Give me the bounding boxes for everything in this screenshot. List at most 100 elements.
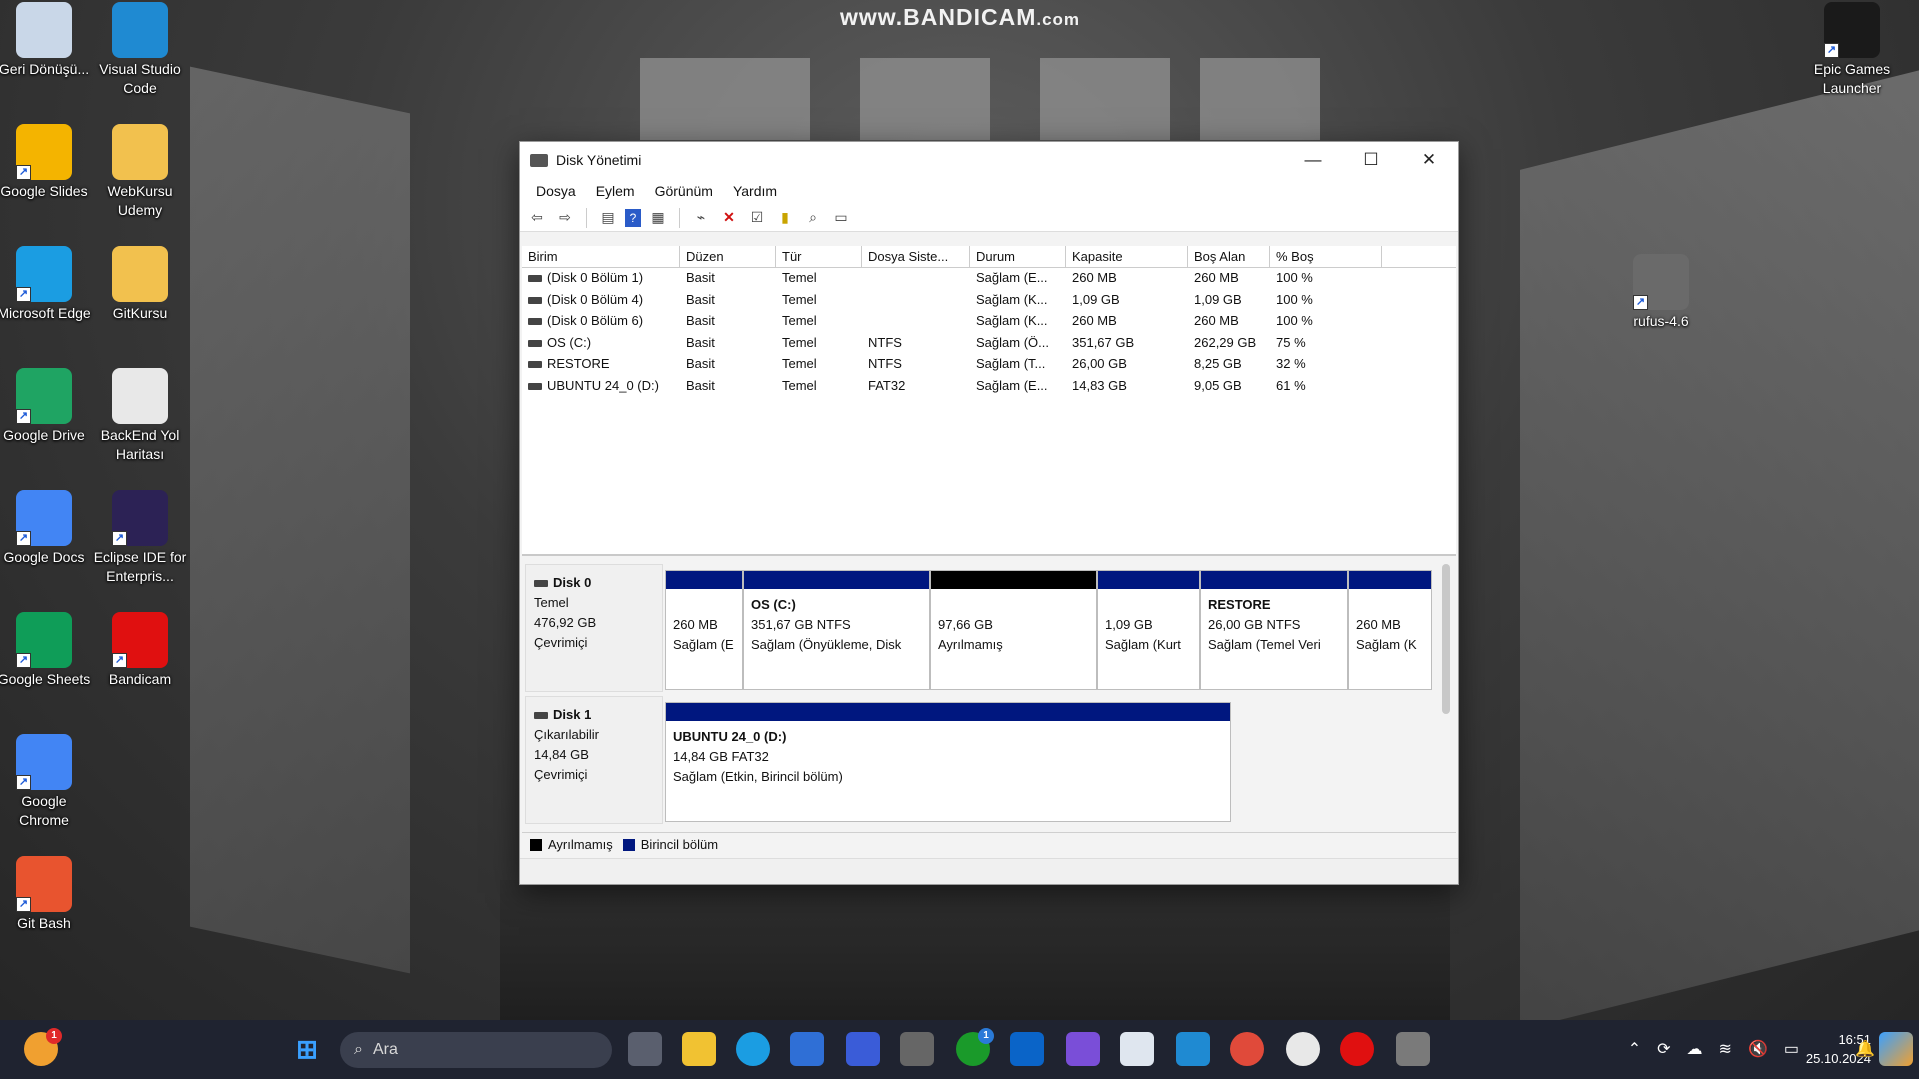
desktop-icon-label: Microsoft Edge	[0, 305, 91, 321]
unallocated-bar	[931, 571, 1096, 589]
menu-yardim[interactable]: Yardım	[723, 183, 787, 199]
search-input[interactable]: ⌕ Ara	[340, 1032, 612, 1068]
column-header[interactable]: Dosya Siste...	[862, 246, 970, 267]
copilot-tray-icon[interactable]	[1879, 1032, 1913, 1066]
vertical-scrollbar[interactable]	[1442, 564, 1450, 714]
check-icon[interactable]: ☑	[746, 208, 768, 228]
table-row[interactable]: OS (C:) Basit Temel NTFS Sağlam (Ö... 351,67 …	[522, 333, 1456, 355]
disk-management-icon[interactable]	[1396, 1032, 1430, 1066]
desktop-icon[interactable]: ↗ Google Chrome	[0, 734, 93, 830]
table-row[interactable]: RESTORE Basit Temel NTFS Sağlam (T... 26,00 G…	[522, 354, 1456, 376]
bell-icon[interactable]: 🔔	[1855, 1032, 1875, 1066]
volume-icon	[528, 361, 542, 369]
partition-size: 260 MB	[1356, 617, 1401, 632]
maximize-button[interactable]: ☐	[1342, 142, 1400, 178]
title-bar[interactable]: Disk Yönetimi — ☐ ✕	[520, 142, 1458, 178]
chevron-up-icon[interactable]: ⌃	[1628, 1039, 1641, 1059]
obs-icon[interactable]	[900, 1032, 934, 1066]
column-header[interactable]: % Boş	[1270, 246, 1382, 267]
table-cell: RESTORE	[522, 354, 680, 376]
search-icon[interactable]: ⌕	[802, 208, 824, 228]
menu-dosya[interactable]: Dosya	[526, 183, 586, 199]
bandicam-icon[interactable]	[1340, 1032, 1374, 1066]
desktop-icon[interactable]: ↗ rufus-4.6	[1612, 254, 1710, 331]
desktop-icon[interactable]: ↗ Eclipse IDE for Enterpris...	[91, 490, 189, 586]
column-header[interactable]: Durum	[970, 246, 1066, 267]
desktop-icon[interactable]: ↗ Bandicam	[91, 612, 189, 689]
table-row[interactable]: (Disk 0 Bölüm 4) Basit Temel Sağlam (K... 1,…	[522, 290, 1456, 312]
menu-eylem[interactable]: Eylem	[586, 183, 645, 199]
xbox-icon[interactable]: 1	[956, 1028, 994, 1066]
task-view-icon[interactable]	[628, 1032, 662, 1066]
window-title: Disk Yönetimi	[556, 152, 642, 168]
table-cell: NTFS	[868, 356, 902, 371]
wifi-icon[interactable]: ≋	[1719, 1039, 1732, 1059]
store-icon[interactable]	[790, 1032, 824, 1066]
notepad-icon[interactable]	[1120, 1032, 1154, 1066]
table-row[interactable]: (Disk 0 Bölüm 1) Basit Temel Sağlam (E... 26…	[522, 268, 1456, 290]
partition-status: Sağlam (Etkin, Birincil bölüm)	[673, 769, 843, 784]
column-header[interactable]: Düzen	[680, 246, 776, 267]
desktop-icon[interactable]: ↗ Google Docs	[0, 490, 93, 567]
column-header[interactable]: Kapasite	[1066, 246, 1188, 267]
chrome-icon[interactable]	[1230, 1032, 1264, 1066]
code-editor-icon[interactable]	[846, 1032, 880, 1066]
battery-icon[interactable]: ▭	[1784, 1039, 1799, 1059]
vscode-icon[interactable]	[1176, 1032, 1210, 1066]
desktop-icon[interactable]: WebKursu Udemy	[91, 124, 189, 220]
connect-icon[interactable]: ⌁	[690, 208, 712, 228]
desktop-icon[interactable]: GitKursu	[91, 246, 189, 323]
desktop-icon[interactable]: ↗ Epic Games Launcher	[1803, 2, 1901, 98]
start-icon[interactable]: ⊞	[290, 1032, 324, 1066]
menu-gorunum[interactable]: Görünüm	[645, 183, 723, 199]
primary-partition-bar	[666, 571, 742, 589]
search-placeholder: Ara	[372, 1041, 398, 1058]
partition-block[interactable]: 97,66 GB Ayrılmamış	[930, 570, 1097, 690]
partition-block[interactable]: 1,09 GB Sağlam (Kurt	[1097, 570, 1200, 690]
partition-block[interactable]: UBUNTU 24_0 (D:) 14,84 GB FAT32 Sağlam (Et…	[665, 702, 1231, 822]
table-row[interactable]: (Disk 0 Bölüm 6) Basit Temel Sağlam (K... 26…	[522, 311, 1456, 333]
settings-icon[interactable]: ▭	[830, 208, 852, 228]
desktop-icon[interactable]: ↗ Google Slides	[0, 124, 93, 201]
table-row[interactable]: UBUNTU 24_0 (D:) Basit Temel FAT32 Sağlam (E…	[522, 376, 1456, 398]
help-icon[interactable]: ?	[625, 208, 641, 227]
disk-management-window: Disk Yönetimi — ☐ ✕ Dosya Eylem Görünüm …	[519, 141, 1459, 885]
clock-app-icon[interactable]	[1286, 1032, 1320, 1066]
desktop-icon[interactable]: Visual Studio Code	[91, 2, 189, 98]
delete-icon[interactable]: ✕	[718, 208, 740, 228]
outlook-icon[interactable]	[1010, 1032, 1044, 1066]
desktop-icon[interactable]: ↗ Google Drive	[0, 368, 93, 445]
file-explorer-icon[interactable]	[682, 1032, 716, 1066]
import-icon[interactable]: ▮	[774, 208, 796, 228]
speaker-muted-icon[interactable]: 🔇	[1748, 1039, 1768, 1059]
desktop-icon[interactable]: ↗ Microsoft Edge	[0, 246, 93, 323]
forward-icon[interactable]: ⇨	[554, 208, 576, 228]
properties-icon[interactable]: ▤	[597, 208, 619, 228]
widgets-icon[interactable]: 1	[24, 1028, 62, 1066]
column-header[interactable]: Boş Alan	[1188, 246, 1270, 267]
disk-info[interactable]: Disk 1 Çıkarılabilir 14,84 GB Çevrimiçi	[525, 696, 663, 824]
partition-block[interactable]: 260 MB Sağlam (E	[665, 570, 743, 690]
partition-title	[1356, 595, 1424, 615]
desktop-icon-label: WebKursu Udemy	[107, 183, 173, 218]
partition-block[interactable]: RESTORE 26,00 GB NTFS Sağlam (Temel Veri	[1200, 570, 1348, 690]
desktop-icon[interactable]: ↗ Google Sheets	[0, 612, 93, 689]
back-icon[interactable]: ⇦	[526, 208, 548, 228]
edge-icon[interactable]	[736, 1032, 770, 1066]
table-cell: 1,09 GB	[1194, 291, 1242, 307]
column-header[interactable]: Birim	[522, 246, 680, 267]
desktop-icon[interactable]: Geri Dönüşü...	[0, 2, 93, 79]
partition-block[interactable]: 260 MB Sağlam (K	[1348, 570, 1432, 690]
disk-info[interactable]: Disk 0 Temel 476,92 GB Çevrimiçi	[525, 564, 663, 692]
column-header[interactable]: Tür	[776, 246, 862, 267]
desktop-icon[interactable]: BackEnd Yol Haritası	[91, 368, 189, 464]
volume-icon	[528, 275, 542, 283]
copilot-icon[interactable]	[1066, 1032, 1100, 1066]
sync-icon[interactable]: ⟳	[1657, 1039, 1670, 1059]
partition-block[interactable]: OS (C:) 351,67 GB NTFS Sağlam (Önyükleme, …	[743, 570, 930, 690]
cloud-icon[interactable]: ☁	[1687, 1039, 1703, 1059]
close-button[interactable]: ✕	[1400, 142, 1458, 178]
minimize-button[interactable]: —	[1284, 142, 1342, 178]
desktop-icon[interactable]: ↗ Git Bash	[0, 856, 93, 933]
view-icon[interactable]: ▦	[647, 208, 669, 228]
